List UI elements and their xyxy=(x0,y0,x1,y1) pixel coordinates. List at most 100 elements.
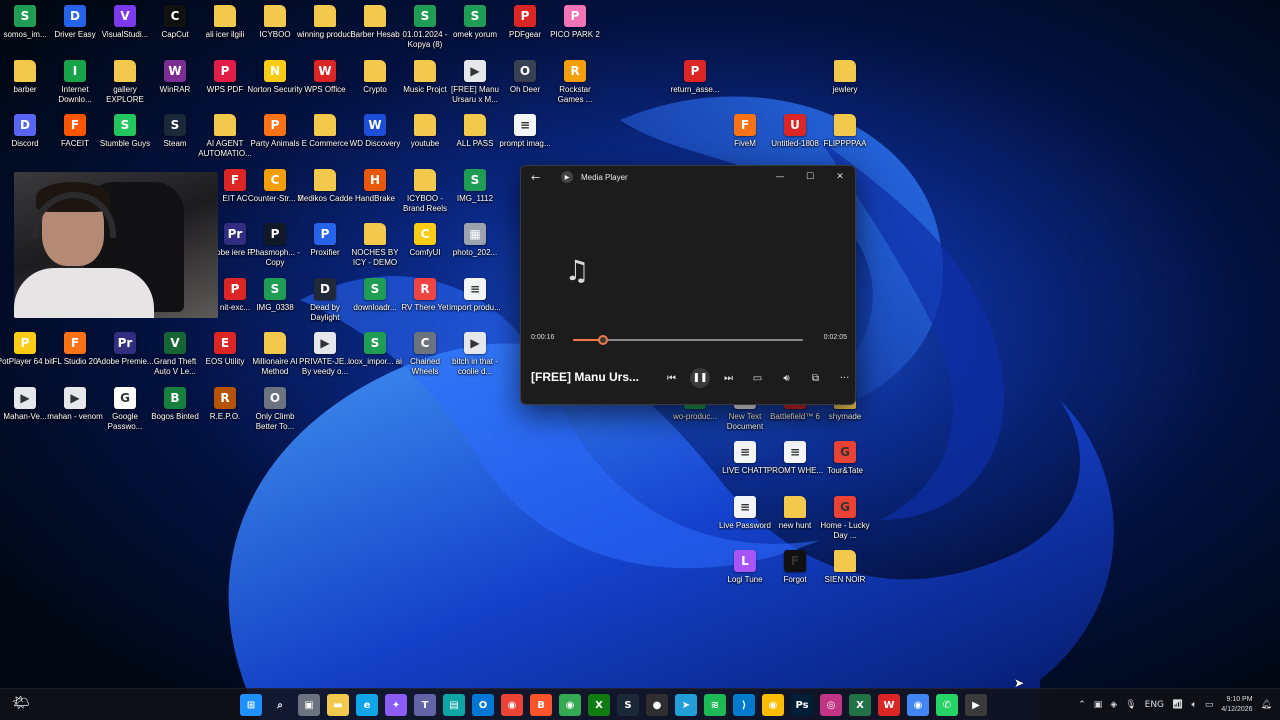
desktop-shortcut[interactable]: FLIPPPPAA xyxy=(818,114,872,149)
telegram-icon[interactable]: ➤ xyxy=(675,694,697,716)
desktop-shortcut[interactable]: S IMG_0338 xyxy=(248,277,302,313)
maximize-icon[interactable]: ☐ xyxy=(795,166,825,188)
edge-icon[interactable]: e xyxy=(356,694,378,716)
desktop-shortcut[interactable]: S Steam xyxy=(148,114,202,149)
desktop-shortcut[interactable]: Ssomos_im... xyxy=(0,5,52,40)
desktop-shortcut[interactable]: V VisualStudi... xyxy=(98,5,152,40)
tray-app-icon[interactable]: ▣ xyxy=(1094,700,1103,710)
desktop-shortcut[interactable]: winning product xyxy=(297,5,353,40)
desktop-shortcut[interactable]: P WPS PDF xyxy=(198,59,252,95)
chevron-up-icon[interactable]: ⌃ xyxy=(1078,700,1086,710)
desktop-shortcut[interactable]: ≡ import produ... xyxy=(448,277,502,313)
desktop-shortcut[interactable]: Millionaire AI Method xyxy=(248,332,302,377)
desktop-shortcut[interactable]: AI AGENT AUTOMATIO... xyxy=(198,114,252,159)
desktop-shortcut[interactable]: F Forgot xyxy=(768,550,822,585)
desktop-shortcut[interactable]: S IMG_1112 xyxy=(448,168,502,204)
desktop-shortcut[interactable]: D Discord xyxy=(0,114,52,149)
close-icon[interactable]: ✕ xyxy=(825,166,855,188)
desktop-shortcut[interactable]: G Google Passwo... xyxy=(98,386,152,432)
excel-icon[interactable]: X xyxy=(849,694,871,716)
desktop-shortcut[interactable]: ICYBOO xyxy=(248,5,302,40)
obs-icon[interactable]: ● xyxy=(646,694,668,716)
tray-antivirus-icon[interactable]: ◈ xyxy=(1110,700,1117,710)
desktop-shortcut[interactable]: Sdownloadr... xyxy=(348,277,402,313)
desktop-shortcut[interactable]: Medikos Cadde xyxy=(297,168,353,204)
desktop-shortcut[interactable]: Crypto xyxy=(348,59,402,95)
search-icon[interactable]: ⌕ xyxy=(269,694,291,716)
file-explorer-icon[interactable]: ▬ xyxy=(327,694,349,716)
desktop-shortcut[interactable]: ▦ photo_202... xyxy=(448,223,502,258)
desktop-shortcut[interactable]: ▶ bitch in that - coolie d... xyxy=(448,332,502,377)
desktop-shortcut[interactable]: F FL Studio 20 xyxy=(48,332,102,367)
desktop-shortcut[interactable]: ALL PASS xyxy=(448,114,502,149)
desktop-shortcut[interactable]: I Internet Downlo... xyxy=(48,59,102,105)
subtitles-icon[interactable]: ▭ xyxy=(743,369,772,387)
desktop-shortcut[interactable]: ali icer ilgili xyxy=(198,5,252,40)
previous-track-icon[interactable]: ⏮ xyxy=(657,369,686,387)
desktop-shortcut[interactable]: SIEN NOIR xyxy=(818,550,872,585)
desktop-shortcut[interactable]: W WinRAR xyxy=(148,59,202,95)
spotify-icon[interactable]: ≋ xyxy=(704,694,726,716)
desktop-shortcut[interactable]: D Driver Easy xyxy=(48,5,102,40)
desktop-shortcut[interactable]: O Oh Deer xyxy=(498,59,552,95)
desktop-shortcut[interactable]: G Tour&Tate xyxy=(818,441,872,476)
battery-icon[interactable]: ▭ xyxy=(1205,700,1214,710)
desktop-shortcut[interactable]: D Dead by Daylight xyxy=(298,277,352,323)
steam-icon[interactable]: S xyxy=(617,694,639,716)
task-view-icon[interactable]: ▣ xyxy=(298,694,320,716)
chrome-extra-icon[interactable]: ◉ xyxy=(907,694,929,716)
pause-icon[interactable]: ❚❚ xyxy=(690,368,710,388)
desktop-shortcut[interactable]: C ComfyUI xyxy=(398,223,452,258)
desktop-shortcut[interactable]: barber xyxy=(0,59,52,95)
seek-thumb[interactable] xyxy=(597,335,608,345)
desktop-shortcut[interactable]: ▶ mahan - venom xyxy=(47,386,103,422)
speaker-icon[interactable]: 🔈︎ xyxy=(1191,700,1196,710)
store-icon[interactable]: ▤ xyxy=(443,694,465,716)
desktop-shortcut[interactable]: V Grand Theft Auto V Le... xyxy=(148,332,202,377)
desktop-shortcut[interactable]: ▶ [FREE] Manu Ursaru x M... xyxy=(448,59,502,105)
mini-player-icon[interactable]: ⧉ xyxy=(801,369,830,387)
desktop-shortcut[interactable]: ≡ PROMT WHE... xyxy=(767,441,823,476)
desktop-shortcut[interactable]: P Party Animals xyxy=(248,114,302,149)
desktop-shortcut[interactable]: C CapCut xyxy=(148,5,202,40)
desktop-shortcut[interactable]: R RV There Yet xyxy=(398,277,452,313)
desktop-shortcut[interactable]: Pr Adobe Premie... xyxy=(96,332,154,367)
desktop-shortcut[interactable]: jewlery xyxy=(818,59,872,95)
minimize-icon[interactable]: — xyxy=(765,166,795,188)
chrome-profile-icon[interactable]: ◉ xyxy=(762,694,784,716)
wifi-icon[interactable]: 📶︎ xyxy=(1172,700,1183,710)
instagram-icon[interactable]: ◎ xyxy=(820,694,842,716)
microphone-icon[interactable]: 🎙︎ xyxy=(1125,700,1136,710)
desktop-shortcut[interactable]: Preturn_asse... xyxy=(668,59,722,95)
desktop-shortcut[interactable]: P PICO PARK 2 xyxy=(548,5,602,40)
media-player-icon[interactable]: ▶ xyxy=(965,694,987,716)
seek-track[interactable] xyxy=(573,335,803,345)
brave-icon[interactable]: B xyxy=(530,694,552,716)
desktop-shortcut[interactable]: P PDFgear xyxy=(498,5,552,40)
desktop-shortcut[interactable]: ICYBOO - Brand Reels xyxy=(398,168,452,214)
copilot-icon[interactable]: ✦ xyxy=(385,694,407,716)
desktop-shortcut[interactable]: youtube xyxy=(398,114,452,149)
desktop-shortcut[interactable]: Sloox_impor... ai xyxy=(348,332,402,367)
wps-icon[interactable]: W xyxy=(878,694,900,716)
desktop-shortcut[interactable]: ≡ LIVE CHATT xyxy=(718,441,772,476)
desktop-shortcut[interactable]: Barber Hesab xyxy=(348,5,402,40)
desktop-shortcut[interactable]: R R.E.P.O. xyxy=(198,386,252,422)
outlook-icon[interactable]: O xyxy=(472,694,494,716)
back-arrow-icon[interactable]: ← xyxy=(531,171,551,184)
desktop-shortcut[interactable]: Somek yorum xyxy=(448,5,502,40)
notifications-icon[interactable]: 🔔︎ xyxy=(1261,700,1272,710)
desktop-shortcut[interactable]: P Proxifier xyxy=(298,223,352,258)
desktop-shortcut[interactable]: S Stumble Guys xyxy=(98,114,152,149)
desktop-shortcut[interactable]: R Rockstar Games ... xyxy=(548,59,602,105)
desktop-shortcut[interactable]: E Commerce xyxy=(298,114,352,149)
volume-icon[interactable]: 🔊︎ xyxy=(772,369,801,387)
language-indicator[interactable]: ENG xyxy=(1145,700,1164,710)
photoshop-icon[interactable]: Ps xyxy=(791,694,813,716)
widgets-icon[interactable]: 🌤︎ xyxy=(12,695,32,715)
more-options-icon[interactable]: ··· xyxy=(830,369,859,387)
desktop-shortcut[interactable]: P PotPlayer 64 bit xyxy=(0,332,53,367)
desktop-shortcut[interactable]: W WD Discovery xyxy=(348,114,402,149)
desktop-shortcut[interactable]: C Counter-Str... 2 xyxy=(248,168,302,204)
desktop-shortcut[interactable]: F FACEIT xyxy=(48,114,102,149)
